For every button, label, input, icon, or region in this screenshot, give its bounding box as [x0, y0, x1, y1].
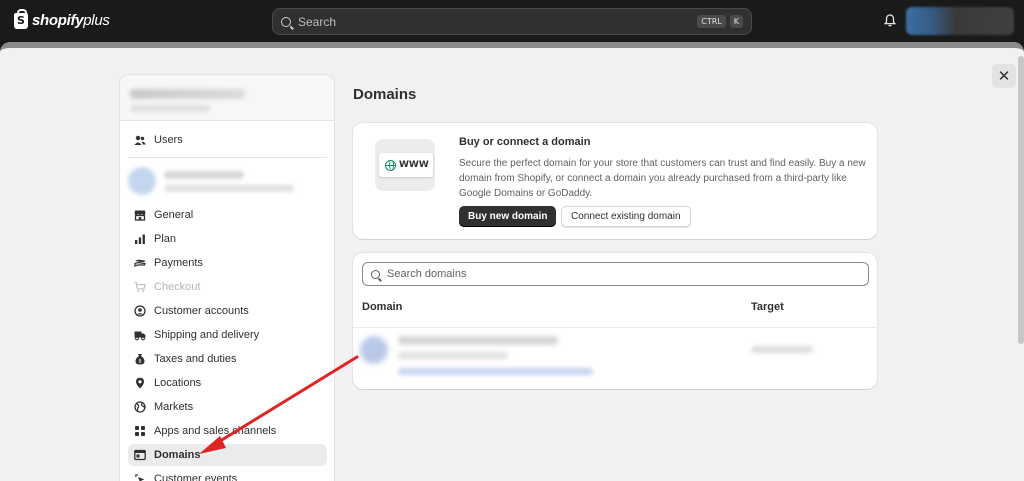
domain-illustration: WWW [375, 139, 435, 191]
domain-status-redacted [398, 352, 508, 359]
top-bar: shopifyplus CTRL K [0, 0, 1024, 42]
sidebar-item-domains[interactable]: Domains [128, 444, 327, 466]
customer-accounts-icon [134, 305, 146, 317]
sidebar-item-label: Locations [154, 377, 202, 389]
sidebar-item-payments[interactable]: Payments [128, 252, 327, 274]
plan-icon [134, 233, 146, 245]
sidebar-item-apps[interactable]: Apps and sales channels [128, 420, 327, 442]
sidebar-item-label: Payments [154, 257, 203, 269]
sidebar-item-locations[interactable]: Locations [128, 372, 327, 394]
shortcut-k-badge: K [729, 15, 743, 28]
notifications-bell-icon[interactable] [884, 14, 896, 27]
globe-icon [134, 401, 146, 413]
account-block-redacted[interactable] [128, 165, 318, 199]
table-row[interactable] [353, 328, 877, 388]
sidebar-item-customer-accounts[interactable]: Customer accounts [128, 300, 327, 322]
payments-icon [134, 257, 146, 269]
sidebar-item-label: Checkout [154, 281, 201, 293]
sidebar-item-customer-events[interactable]: Customer events [128, 468, 327, 481]
search-icon [371, 269, 380, 279]
shopify-bag-icon [14, 8, 28, 29]
buy-new-domain-button[interactable]: Buy new domain [459, 206, 557, 227]
cart-icon [134, 281, 146, 293]
shopify-plus-logo[interactable]: shopifyplus [14, 8, 110, 29]
customer-events-icon [134, 473, 146, 481]
location-pin-icon [134, 377, 146, 389]
sidebar-item-label: Customer accounts [154, 305, 249, 317]
sidebar-item-label: Apps and sales channels [154, 425, 277, 437]
connect-existing-domain-button[interactable]: Connect existing domain [561, 206, 691, 227]
close-button[interactable]: ✕ [992, 64, 1016, 88]
global-search[interactable]: CTRL K [272, 8, 752, 35]
users-icon [134, 134, 146, 146]
sidebar-item-label: Shipping and delivery [154, 329, 260, 341]
svg-text:$: $ [138, 359, 142, 365]
column-header-target: Target [751, 301, 784, 313]
sidebar-item-label: General [154, 209, 194, 221]
store-icon [134, 209, 146, 221]
brand-suffix: plus [83, 12, 110, 29]
sidebar-item-label: Taxes and duties [154, 353, 237, 365]
domains-icon [134, 449, 146, 461]
sidebar-item-label: Customer events [154, 473, 238, 481]
domain-search-input[interactable] [387, 268, 860, 280]
store-url-redacted [130, 105, 210, 112]
domains-list-card: Domain Target [353, 253, 877, 389]
scrollbar[interactable] [1018, 56, 1024, 344]
sidebar-item-shipping[interactable]: Shipping and delivery [128, 324, 327, 346]
sidebar-item-label: Domains [154, 449, 201, 461]
domain-avatar-redacted [360, 336, 388, 364]
sidebar-item-label: Users [154, 134, 183, 146]
store-name-redacted [130, 89, 245, 99]
account-profile-button[interactable] [906, 7, 1014, 35]
sidebar-item-markets[interactable]: Markets [128, 396, 327, 418]
sidebar-item-label: Markets [154, 401, 194, 413]
domain-name-redacted [398, 336, 558, 345]
domain-link-redacted [398, 368, 593, 375]
sidebar-item-general[interactable]: General [128, 204, 327, 226]
sidebar-divider [128, 157, 327, 158]
column-header-domain: Domain [362, 301, 403, 313]
www-label: WWW [399, 160, 429, 170]
sidebar-item-checkout[interactable]: Checkout [128, 276, 327, 298]
domain-target-redacted [751, 346, 813, 353]
shortcut-ctrl-badge: CTRL [697, 15, 726, 28]
global-search-input[interactable] [298, 14, 694, 29]
store-header[interactable] [120, 75, 334, 121]
page-title: Domains [353, 86, 417, 103]
brand-name: shopify [32, 12, 84, 29]
buy-connect-title: Buy or connect a domain [459, 136, 591, 148]
apps-icon [134, 425, 146, 437]
sidebar-item-plan[interactable]: Plan [128, 228, 327, 250]
sidebar-item-label: Plan [154, 233, 177, 245]
sidebar-item-taxes[interactable]: $ Taxes and duties [128, 348, 327, 370]
taxes-icon: $ [134, 353, 146, 365]
settings-sidebar: Users General Plan Payments Checkout Cus… [119, 74, 335, 481]
truck-icon [134, 329, 146, 341]
buy-connect-domain-card: WWW Buy or connect a domain Secure the p… [353, 123, 877, 239]
globe-icon [385, 159, 396, 171]
sidebar-item-users[interactable]: Users [128, 129, 327, 151]
buy-connect-description: Secure the perfect domain for your store… [459, 158, 866, 199]
settings-modal: ✕ Users General Plan Payments Checkout C… [0, 42, 1024, 481]
domain-search-field[interactable] [362, 262, 869, 286]
search-icon [281, 16, 291, 27]
